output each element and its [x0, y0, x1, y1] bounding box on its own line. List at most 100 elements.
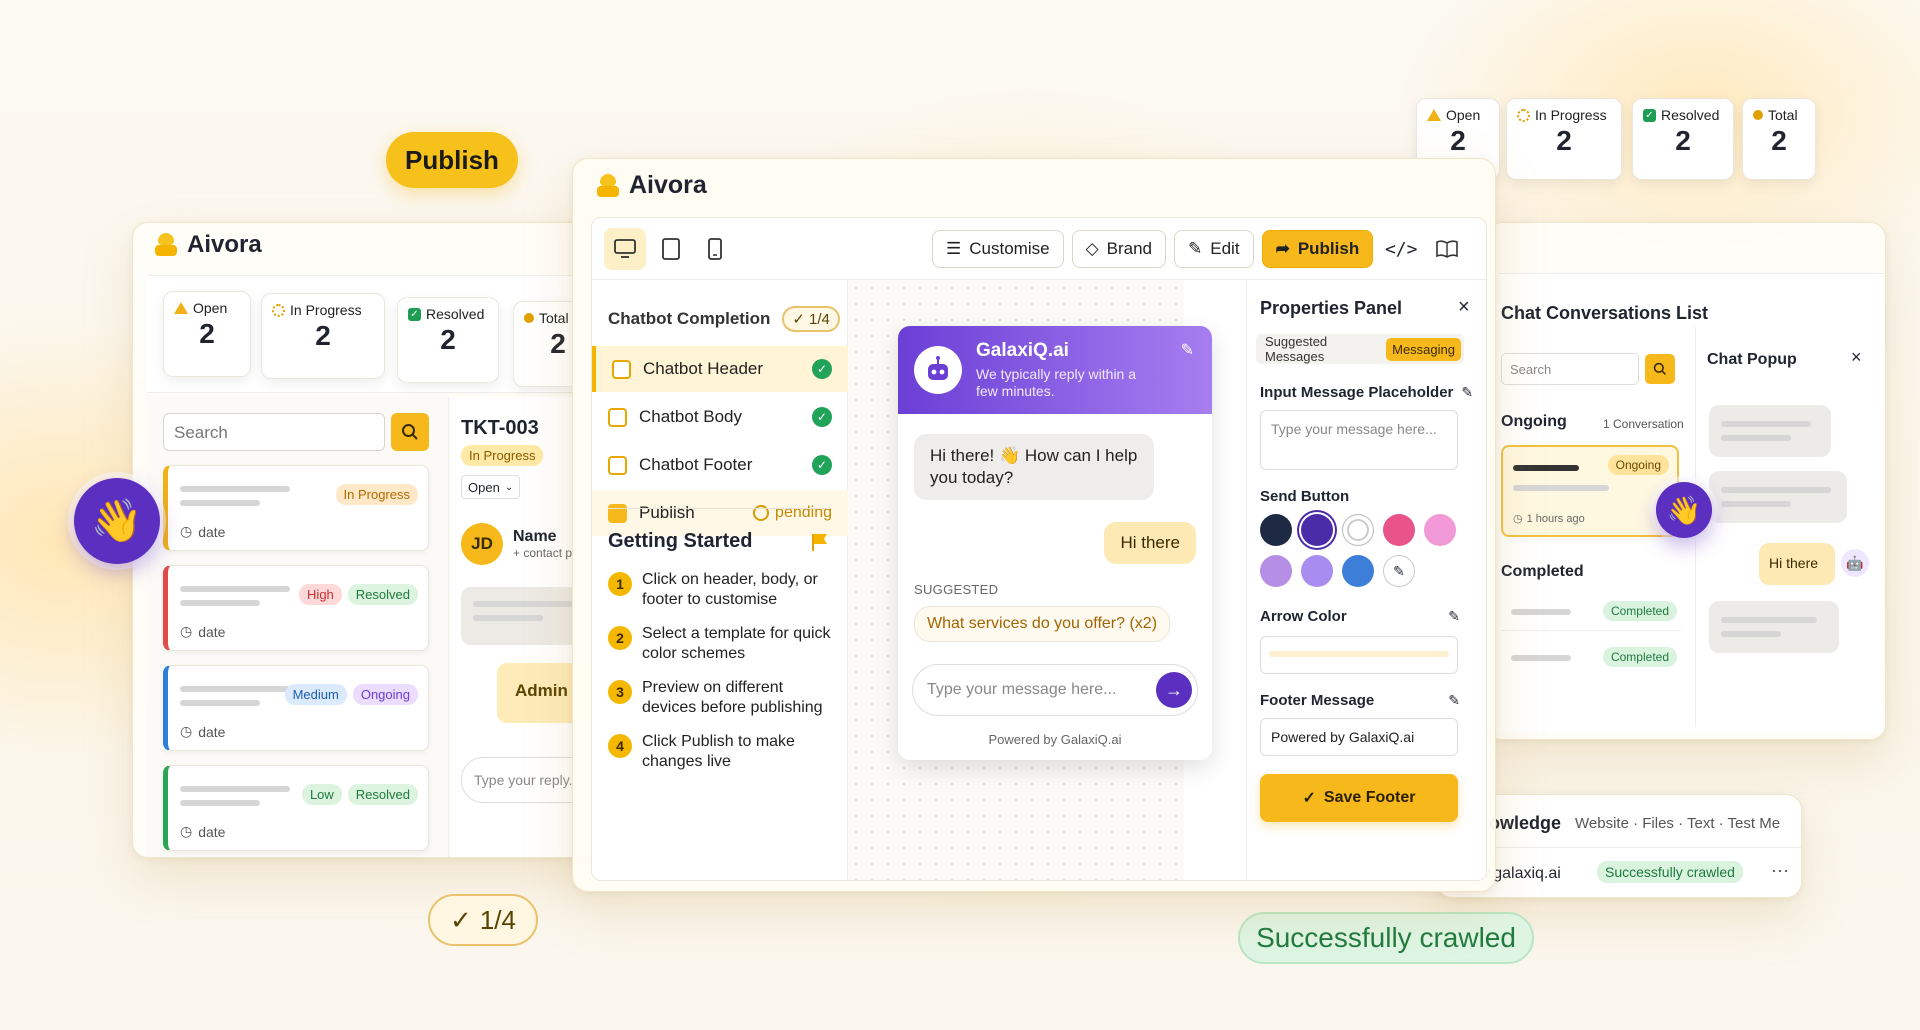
- color-swatch[interactable]: [1424, 514, 1456, 546]
- arrow-color-label: Arrow Color: [1260, 608, 1347, 625]
- input-placeholder-label: Input Message Placeholder: [1260, 384, 1454, 401]
- ticket-date: date: [198, 823, 226, 840]
- completion-item[interactable]: Chatbot Header ✓: [592, 346, 848, 392]
- getting-started-steps: 1 Click on header, body, or footer to cus…: [608, 570, 840, 786]
- bot-message: Hi there! 👋 How can I help you today?: [914, 434, 1154, 500]
- completion-badge: ✓ 1/4: [782, 306, 840, 332]
- search-input[interactable]: Search: [163, 413, 385, 451]
- conversation-search[interactable]: Search: [1501, 353, 1639, 385]
- search-icon: [402, 424, 418, 440]
- sliders-icon: ☰: [946, 239, 962, 258]
- book-icon[interactable]: [1429, 230, 1465, 268]
- stat-label: Open: [1446, 107, 1481, 123]
- color-picker-icon[interactable]: ✎: [1383, 555, 1415, 587]
- avatar-initials: JD: [471, 534, 493, 553]
- color-swatch[interactable]: [1301, 514, 1333, 546]
- send-button[interactable]: →: [1156, 672, 1192, 708]
- popup-close-icon[interactable]: ×: [1851, 347, 1862, 368]
- clock-icon: ◷: [180, 523, 193, 539]
- spinner-icon: [1517, 108, 1530, 122]
- suggested-label: SUGGESTED: [914, 582, 999, 597]
- pencil-icon[interactable]: ✎: [1461, 384, 1473, 401]
- flag-icon: [812, 533, 827, 551]
- brand-button[interactable]: ◇ Brand: [1071, 230, 1167, 268]
- tab-messaging[interactable]: Messaging: [1386, 337, 1461, 361]
- code-icon[interactable]: </>: [1381, 230, 1421, 268]
- completion-item[interactable]: Chatbot Body ✓: [592, 394, 848, 440]
- stat-value: 2: [440, 324, 456, 355]
- completed-row[interactable]: Completed: [1501, 637, 1681, 677]
- color-swatch[interactable]: [1383, 514, 1415, 546]
- pencil-icon[interactable]: ✎: [1448, 608, 1460, 625]
- ticket-card[interactable]: Low Resolved ◷ date: [163, 765, 429, 851]
- ticket-tag: Resolved: [347, 584, 418, 605]
- crawl-status-badge: Successfully crawled: [1597, 861, 1743, 883]
- warning-icon: [1427, 109, 1441, 121]
- wave-avatar-left: 👋: [74, 478, 160, 564]
- stat-value: 2: [1450, 125, 1466, 156]
- getting-started-step: 1 Click on header, body, or footer to cus…: [608, 570, 840, 610]
- customise-button[interactable]: ☰ Customise: [932, 230, 1064, 268]
- pencil-icon[interactable]: ✎: [1448, 692, 1460, 709]
- color-swatch[interactable]: [1260, 514, 1292, 546]
- check-circle-icon: ✓: [812, 455, 832, 475]
- ticket-tag: Ongoing: [352, 684, 418, 705]
- tab-suggested-messages[interactable]: Suggested Messages: [1259, 330, 1382, 368]
- conversation-search-button[interactable]: [1645, 354, 1675, 384]
- suggestion-chip[interactable]: What services do you offer? (x2): [914, 606, 1171, 642]
- save-footer-button[interactable]: ✓ Save Footer: [1260, 774, 1458, 822]
- editor: ☰ Customise ◇ Brand ✎ Edit ➦ Publish </> Cha…: [591, 217, 1487, 881]
- check-circle-icon: ✓: [812, 359, 832, 379]
- ticket-card[interactable]: High Resolved ◷ date: [163, 565, 429, 651]
- check-icon: ✓: [450, 904, 472, 935]
- search-button[interactable]: [391, 413, 429, 451]
- completed-badge: Completed: [1602, 647, 1677, 667]
- aivora-logo: [597, 173, 619, 198]
- step-text: Preview on different devices before publ…: [642, 679, 823, 716]
- arrow-color-field[interactable]: [1260, 636, 1458, 674]
- placeholder-textarea[interactable]: Type your message here...: [1260, 410, 1458, 470]
- search-placeholder: Search: [174, 423, 228, 442]
- user-message: Hi there: [1104, 522, 1196, 564]
- more-icon[interactable]: ⋯: [1771, 861, 1789, 882]
- ticket-card[interactable]: Medium Ongoing ◷ date: [163, 665, 429, 751]
- status-select[interactable]: Open ⌄: [461, 475, 521, 499]
- checkbox[interactable]: [612, 359, 631, 379]
- list-title: Chat Conversations List: [1501, 303, 1709, 323]
- tablet-view-button[interactable]: [652, 228, 690, 270]
- close-icon[interactable]: ×: [1458, 296, 1470, 319]
- color-swatch[interactable]: [1342, 555, 1374, 587]
- knowledge-tabs[interactable]: Website · Files · Text · Test Me: [1575, 815, 1780, 832]
- getting-started-step: 3 Preview on different devices before pub…: [608, 678, 840, 718]
- checkbox[interactable]: [608, 455, 627, 475]
- contact-name: Name: [513, 528, 557, 545]
- color-swatch[interactable]: [1301, 555, 1333, 587]
- ticket-card[interactable]: In Progress ◷ date: [163, 465, 429, 551]
- color-swatch[interactable]: [1342, 514, 1374, 546]
- placeholder-textarea-value: Type your message here...: [1271, 421, 1437, 437]
- stat-label: In Progress: [290, 302, 362, 318]
- footer-message-input[interactable]: Powered by GalaxiQ.ai: [1260, 718, 1458, 756]
- chat-header[interactable]: GalaxiQ.ai We typically reply within a f…: [898, 326, 1212, 414]
- publish-button[interactable]: ➦ Publish: [1261, 230, 1374, 268]
- completed-row[interactable]: Completed: [1501, 591, 1681, 631]
- completion-item[interactable]: Chatbot Footer ✓: [592, 442, 848, 488]
- progress-pill: ✓ 1/4: [428, 894, 538, 946]
- popup-bubble: [1709, 471, 1847, 523]
- color-swatch[interactable]: [1260, 555, 1292, 587]
- completion-item-label: Chatbot Header: [643, 359, 764, 378]
- mobile-view-button[interactable]: [696, 228, 734, 270]
- check-icon: ✓: [792, 311, 805, 328]
- warning-icon: [174, 302, 188, 314]
- conversation-card-ongoing[interactable]: Ongoing ◷ 1 hours ago: [1501, 445, 1679, 537]
- app-title: Aivora: [629, 171, 707, 199]
- ticket-date: date: [198, 723, 226, 740]
- conversation-count: 1 Conversation: [1603, 417, 1684, 431]
- edit-header-icon[interactable]: ✎: [1181, 340, 1194, 360]
- checkbox[interactable]: [608, 407, 627, 427]
- powered-by: Powered by GalaxiQ.ai: [988, 732, 1122, 747]
- checkbox[interactable]: [608, 503, 627, 523]
- desktop-view-button[interactable]: [604, 228, 646, 270]
- edit-button[interactable]: ✎ Edit: [1174, 230, 1254, 268]
- completion-title: Chatbot Completion: [608, 309, 771, 328]
